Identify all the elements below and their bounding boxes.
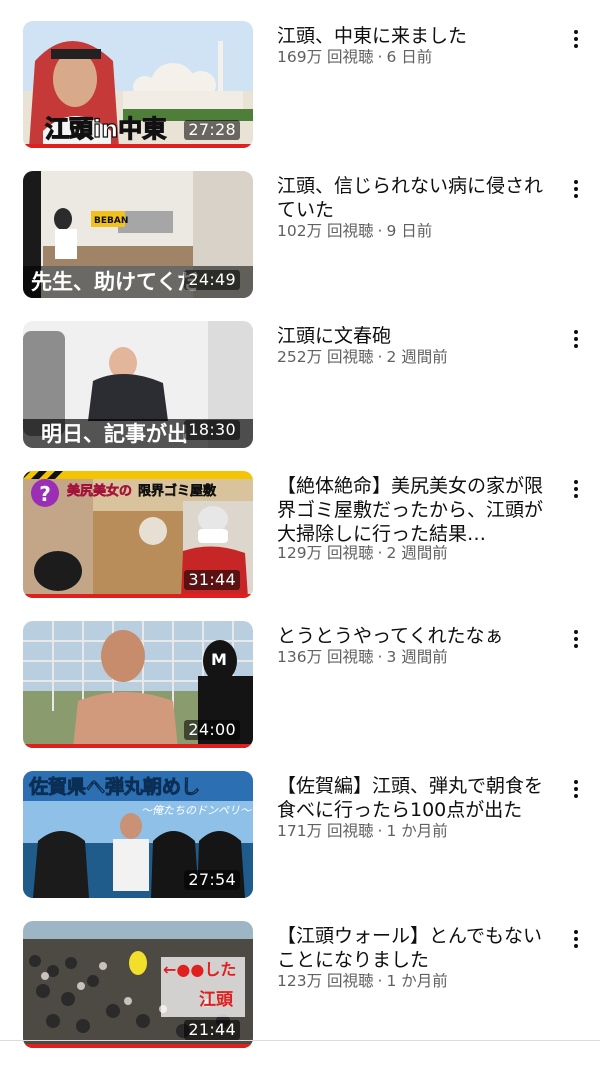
meta-separator: · xyxy=(377,648,383,666)
view-count: 169万 回視聴 xyxy=(277,48,374,66)
thumbnail-caption: 江頭in中東 xyxy=(45,115,166,143)
video-thumbnail[interactable]: ←●●した 江頭 21:44 xyxy=(23,921,253,1048)
video-duration: 18:30 xyxy=(184,420,240,440)
view-count: 136万 回視聴 xyxy=(277,648,374,666)
video-thumbnail[interactable]: M 24:00 xyxy=(23,621,253,748)
video-thumbnail[interactable]: 明日、記事が出 18:30 xyxy=(23,321,253,448)
upload-age: 6 日前 xyxy=(386,48,433,66)
video-duration: 24:00 xyxy=(184,720,240,740)
meta-separator: · xyxy=(377,544,383,562)
list-divider xyxy=(0,1040,600,1041)
video-title[interactable]: 江頭、中東に来ました xyxy=(277,24,553,48)
video-meta: 129万 回視聴 · 2 週間前 xyxy=(277,543,448,563)
more-options-icon[interactable] xyxy=(566,777,586,803)
thumbnail-sign-text: BEBAN xyxy=(94,216,128,226)
more-options-icon[interactable] xyxy=(566,27,586,53)
upload-age: 9 日前 xyxy=(386,222,433,240)
video-title[interactable]: 【佐賀編】江頭、弾丸で朝食を食べに行ったら100点が出た xyxy=(277,774,553,822)
upload-age: 1 か月前 xyxy=(386,822,448,840)
video-meta: 136万 回視聴 · 3 週間前 xyxy=(277,647,448,667)
thumbnail-caption: 佐賀県へ弾丸朝めし xyxy=(28,775,200,798)
video-duration: 31:44 xyxy=(184,570,240,590)
more-options-icon[interactable] xyxy=(566,627,586,653)
meta-separator: · xyxy=(377,48,383,66)
question-badge: ? xyxy=(39,482,51,506)
view-count: 123万 回視聴 xyxy=(277,972,374,990)
upload-age: 3 週間前 xyxy=(386,648,448,666)
thumbnail-caption: 明日、記事が出 xyxy=(41,422,188,446)
thumbnail-caption: 先生、助けてくだ xyxy=(31,270,198,294)
video-title[interactable]: 江頭、信じられない病に侵されていた xyxy=(277,174,553,222)
video-item[interactable]: M 24:00 とうとうやってくれたなぁ 136万 回視聴 · 3 週間前 xyxy=(0,621,600,771)
video-duration: 21:44 xyxy=(184,1020,240,1040)
thumbnail-caption: 美尻美女の xyxy=(67,483,132,499)
thumbnail-caption-secondary: 〜俺たちのドンペリ〜 xyxy=(141,804,252,817)
video-item[interactable]: 明日、記事が出 18:30 江頭に文春砲 252万 回視聴 · 2 週間前 xyxy=(0,321,600,471)
meta-separator: · xyxy=(377,222,383,240)
video-title[interactable]: 【江頭ウォール】とんでもないことになりました xyxy=(277,924,553,972)
thumbnail-caption: ←●●した xyxy=(163,960,236,979)
watch-progress-bar xyxy=(23,144,253,148)
more-options-icon[interactable] xyxy=(566,327,586,353)
meta-separator: · xyxy=(377,972,383,990)
thumbnail-caption-secondary: 江頭 xyxy=(199,990,234,1010)
view-count: 129万 回視聴 xyxy=(277,544,374,562)
video-duration: 24:49 xyxy=(184,270,240,290)
view-count: 252万 回視聴 xyxy=(277,348,374,366)
video-item[interactable]: 江頭in中東 27:28 江頭、中東に来ました 169万 回視聴 · 6 日前 xyxy=(0,21,600,171)
view-count: 171万 回視聴 xyxy=(277,822,374,840)
video-meta: 252万 回視聴 · 2 週間前 xyxy=(277,347,448,367)
video-duration: 27:28 xyxy=(184,120,240,140)
more-options-icon[interactable] xyxy=(566,927,586,953)
video-item[interactable]: ? 美尻美女の 限界ゴミ屋敷 31:44 【絶体絶命】美尻美女の家が限界ゴミ屋敷… xyxy=(0,471,600,621)
video-meta: 169万 回視聴 · 6 日前 xyxy=(277,47,432,67)
video-title[interactable]: 【絶体絶命】美尻美女の家が限界ゴミ屋敷だったから、江頭が大掃除しに行った結果… xyxy=(277,474,553,546)
view-count: 102万 回視聴 xyxy=(277,222,374,240)
video-item[interactable]: 佐賀県へ弾丸朝めし 〜俺たちのドンペリ〜 27:54 【佐賀編】江頭、弾丸で朝食… xyxy=(0,771,600,921)
meta-separator: · xyxy=(377,348,383,366)
more-options-icon[interactable] xyxy=(566,177,586,203)
upload-age: 2 週間前 xyxy=(386,348,448,366)
video-thumbnail[interactable]: BEBAN 先生、助けてくだ 24:49 xyxy=(23,171,253,298)
watch-progress-bar xyxy=(23,744,253,748)
video-title[interactable]: 江頭に文春砲 xyxy=(277,324,553,348)
watch-progress-bar xyxy=(23,594,253,598)
video-meta: 123万 回視聴 · 1 か月前 xyxy=(277,971,448,991)
video-item[interactable]: BEBAN 先生、助けてくだ 24:49 江頭、信じられない病に侵されていた 1… xyxy=(0,171,600,321)
video-meta: 171万 回視聴 · 1 か月前 xyxy=(277,821,448,841)
more-options-icon[interactable] xyxy=(566,477,586,503)
video-thumbnail[interactable]: 江頭in中東 27:28 xyxy=(23,21,253,148)
video-thumbnail[interactable]: ? 美尻美女の 限界ゴミ屋敷 31:44 xyxy=(23,471,253,598)
thumbnail-caption-secondary: 限界ゴミ屋敷 xyxy=(138,483,217,499)
upload-age: 2 週間前 xyxy=(386,544,448,562)
video-item[interactable]: ←●●した 江頭 21:44 【江頭ウォール】とんでもないことになりました 12… xyxy=(0,921,600,1071)
meta-separator: · xyxy=(377,822,383,840)
video-thumbnail[interactable]: 佐賀県へ弾丸朝めし 〜俺たちのドンペリ〜 27:54 xyxy=(23,771,253,898)
video-meta: 102万 回視聴 · 9 日前 xyxy=(277,221,432,241)
upload-age: 1 か月前 xyxy=(386,972,448,990)
video-title[interactable]: とうとうやってくれたなぁ xyxy=(277,624,553,648)
video-duration: 27:54 xyxy=(184,870,240,890)
svg-text:M: M xyxy=(211,650,227,669)
